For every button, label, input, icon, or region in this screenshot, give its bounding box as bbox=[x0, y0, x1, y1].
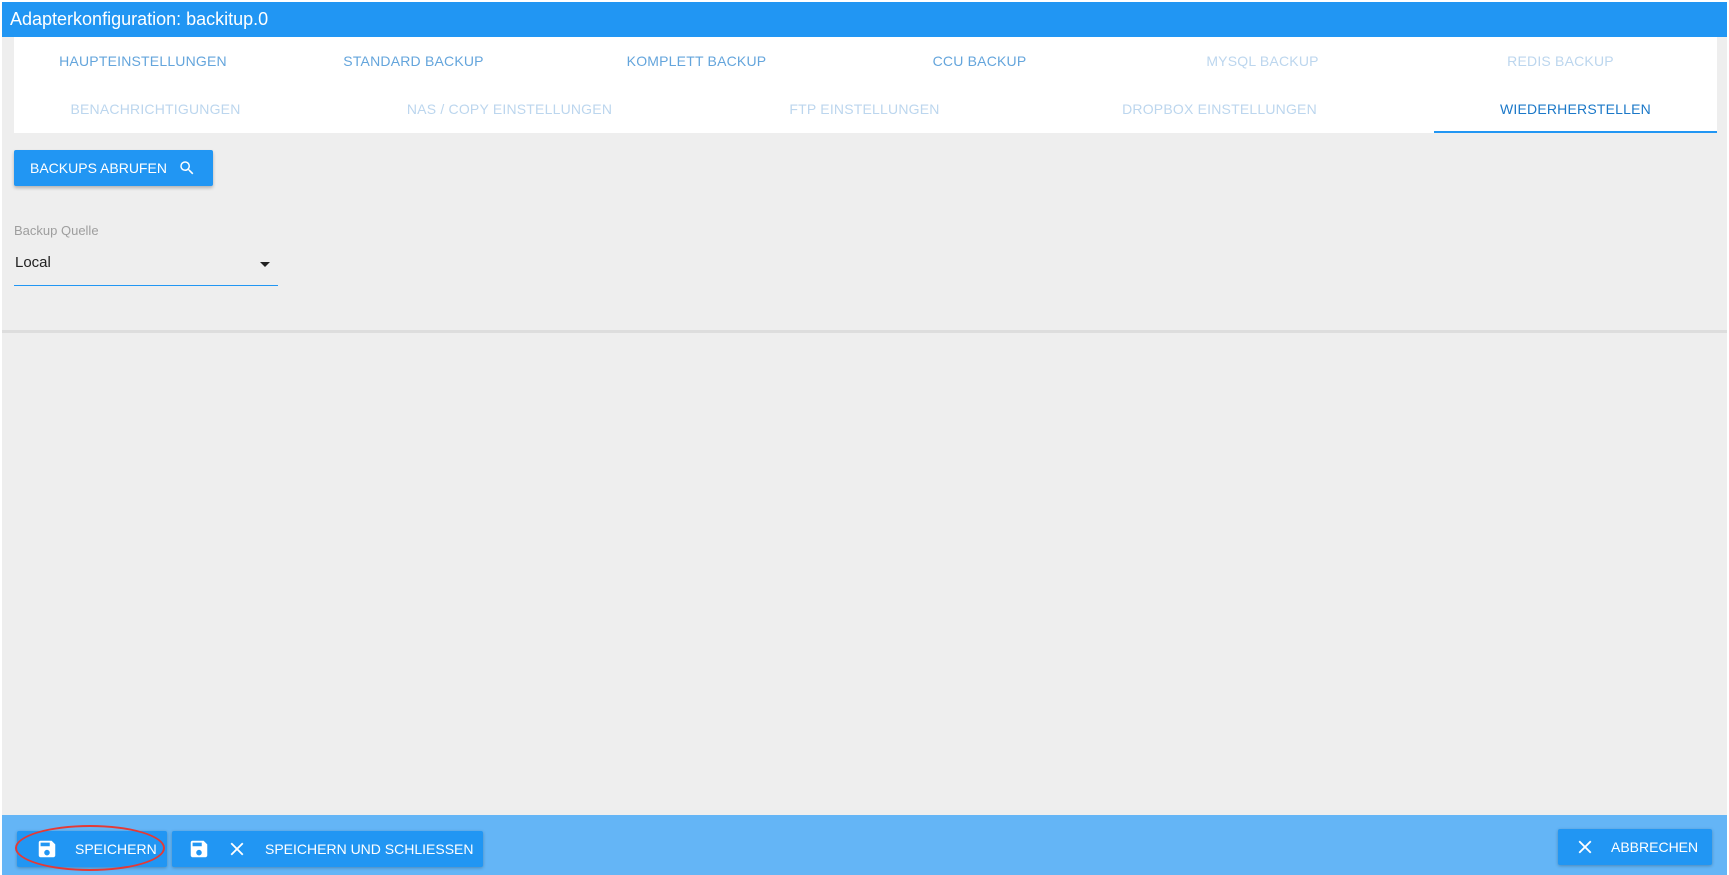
backup-source-select[interactable]: Local bbox=[14, 248, 278, 286]
tab-komplett-backup[interactable]: KOMPLETT BACKUP bbox=[555, 37, 838, 85]
tab-dropbox-einstellungen[interactable]: DROPBOX EINSTELLUNGEN bbox=[1078, 85, 1361, 133]
tab-ccu-backup[interactable]: CCU BACKUP bbox=[838, 37, 1121, 85]
backup-source-value: Local bbox=[15, 254, 51, 271]
tab-nas-copy-einstellungen[interactable]: NAS / COPY EINSTELLUNGEN bbox=[368, 85, 651, 133]
save-and-close-label: SPEICHERN UND SCHLIESSEN bbox=[265, 841, 474, 857]
save-button[interactable]: SPEICHERN bbox=[17, 831, 167, 867]
tab-benachrichtigungen[interactable]: BENACHRICHTIGUNGEN bbox=[14, 85, 297, 133]
tab-haupteinstellungen[interactable]: HAUPTEINSTELLUNGEN bbox=[14, 37, 272, 85]
footer-toolbar: SPEICHERN SPEICHERN UND SCHLIESSEN ABBRE… bbox=[2, 815, 1727, 875]
tab-wiederherstellen[interactable]: WIEDERHERSTELLEN bbox=[1434, 85, 1717, 133]
save-label: SPEICHERN bbox=[75, 841, 157, 857]
dialog-title: Adapterkonfiguration: backitup.0 bbox=[2, 2, 1727, 37]
save-icon bbox=[38, 840, 56, 858]
close-icon bbox=[230, 842, 244, 856]
section-divider bbox=[2, 330, 1727, 333]
fetch-backups-label: BACKUPS ABRUFEN bbox=[30, 160, 167, 176]
cancel-button[interactable]: ABBRECHEN bbox=[1558, 829, 1712, 865]
tab-bar: HAUPTEINSTELLUNGEN STANDARD BACKUP KOMPL… bbox=[14, 37, 1717, 133]
dropdown-arrow-icon bbox=[260, 262, 270, 267]
cancel-label: ABBRECHEN bbox=[1611, 839, 1699, 855]
tab-standard-backup[interactable]: STANDARD BACKUP bbox=[272, 37, 555, 85]
close-icon bbox=[1578, 840, 1592, 854]
active-tab-indicator bbox=[1434, 131, 1717, 133]
fetch-backups-button[interactable]: BACKUPS ABRUFEN bbox=[14, 150, 213, 186]
config-dialog: Adapterkonfiguration: backitup.0 HAUPTEI… bbox=[2, 2, 1727, 875]
tab-ftp-einstellungen[interactable]: FTP EINSTELLUNGEN bbox=[723, 85, 1006, 133]
save-and-close-button[interactable]: SPEICHERN UND SCHLIESSEN bbox=[172, 831, 483, 867]
save-icon bbox=[190, 840, 208, 858]
tab-mysql-backup[interactable]: MYSQL BACKUP bbox=[1121, 37, 1404, 85]
tab-redis-backup[interactable]: REDIS BACKUP bbox=[1404, 37, 1717, 85]
backup-source-label: Backup Quelle bbox=[14, 223, 99, 238]
search-icon bbox=[180, 161, 194, 175]
